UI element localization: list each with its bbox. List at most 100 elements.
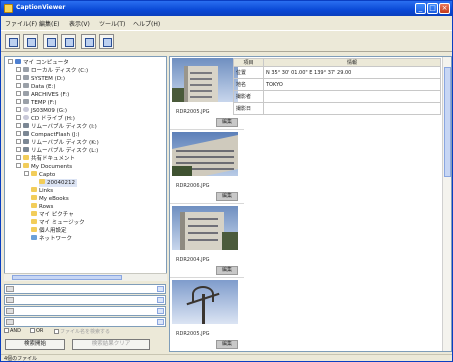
- and-radio[interactable]: AND: [4, 328, 21, 334]
- scrollbar-thumb[interactable]: [444, 67, 451, 177]
- tree-item[interactable]: マイ ピクチャ: [31, 211, 74, 219]
- photo-thumbnail[interactable]: [172, 132, 238, 176]
- chevron-down-icon[interactable]: [157, 297, 164, 303]
- properties-icon[interactable]: [23, 34, 38, 49]
- tree-horizontal-scrollbar[interactable]: [4, 273, 167, 281]
- table-row[interactable]: 撮影者: [233, 90, 441, 103]
- scrollbar-thumb[interactable]: [12, 275, 122, 280]
- tree-item[interactable]: TEMP (F:): [16, 99, 57, 107]
- status-bar: 4個のファイル: [1, 354, 452, 362]
- radio-icon: [4, 328, 9, 333]
- removable-disk-icon: [23, 147, 29, 152]
- table-row[interactable]: 位置 N 35° 30' 01.00" E 139° 37' 29.00: [233, 66, 441, 79]
- tree-item[interactable]: 個人用設定: [31, 227, 67, 235]
- photo-thumbnail[interactable]: [172, 280, 238, 324]
- tree-item[interactable]: リムーバブル ディスク (K:): [16, 139, 99, 147]
- search-button[interactable]: 検索開始: [5, 339, 65, 350]
- open-folder-icon[interactable]: [5, 34, 20, 49]
- tree-item-selected[interactable]: 20040212: [39, 179, 77, 187]
- drive-icon: [23, 67, 29, 72]
- table-row[interactable]: 撮影日: [233, 102, 441, 115]
- edit-button[interactable]: 編集: [216, 192, 238, 201]
- edit-button[interactable]: 編集: [216, 118, 238, 127]
- folder-tree[interactable]: マイ コンピュータ ローカル ディスク (C:) SYSTEM (D:) Dat…: [4, 56, 167, 281]
- collapse-icon[interactable]: [8, 59, 13, 64]
- expand-icon[interactable]: [16, 107, 21, 112]
- tree-view-icon[interactable]: [43, 34, 58, 49]
- tree-item[interactable]: ARCHIVES (F:): [16, 91, 69, 99]
- tree-item[interactable]: リムーバブル ディスク (L:): [16, 147, 98, 155]
- property-value[interactable]: [263, 90, 441, 103]
- edit-button[interactable]: 編集: [216, 266, 238, 275]
- search-combo-4[interactable]: [4, 317, 166, 327]
- tree-item[interactable]: リムーバブル ディスク (I:): [16, 123, 97, 131]
- tree-item[interactable]: 共有ドキュメント: [16, 155, 75, 163]
- chevron-down-icon[interactable]: [157, 286, 164, 292]
- expand-icon[interactable]: [16, 131, 21, 136]
- menu-view[interactable]: 表示(V): [69, 19, 90, 28]
- folder-icon: [31, 195, 37, 200]
- title-bar[interactable]: CaptionViewer _ □ ×: [1, 1, 452, 16]
- folder-icon: [23, 163, 29, 168]
- expand-icon[interactable]: [16, 115, 21, 120]
- minimize-button[interactable]: _: [415, 3, 426, 14]
- slideshow-icon[interactable]: [99, 34, 114, 49]
- column-header-item: 項目: [233, 58, 264, 67]
- tree-item[interactable]: CompactFlash (J:): [16, 131, 80, 139]
- edit-button[interactable]: 編集: [216, 340, 238, 349]
- or-radio[interactable]: OR: [30, 328, 43, 334]
- tree-item[interactable]: ローカル ディスク (C:): [16, 67, 88, 75]
- tree-item[interactable]: Capto: [24, 171, 55, 179]
- search-combo-2[interactable]: [4, 295, 166, 305]
- expand-icon[interactable]: [16, 123, 21, 128]
- menu-help[interactable]: ヘルプ(H): [133, 19, 160, 28]
- tree-item[interactable]: ネットワーク: [31, 235, 72, 243]
- tree-item[interactable]: Rows: [31, 203, 53, 211]
- tree-item[interactable]: My Documents: [16, 163, 72, 171]
- property-value[interactable]: N 35° 30' 01.00" E 139° 37' 29.00: [263, 66, 441, 79]
- photo-thumbnail[interactable]: [172, 58, 238, 102]
- collapse-icon[interactable]: [24, 171, 29, 176]
- chevron-down-icon[interactable]: [157, 319, 164, 325]
- property-value[interactable]: [263, 102, 441, 115]
- tree-item[interactable]: Data (E:): [16, 83, 56, 91]
- tree-item[interactable]: JS03M09 (G:): [16, 107, 67, 115]
- expand-icon[interactable]: [16, 155, 21, 160]
- search-combo-3[interactable]: [4, 306, 166, 316]
- search-combo-1[interactable]: [4, 284, 166, 294]
- menu-file[interactable]: ファイル(F): [5, 19, 37, 28]
- table-row[interactable]: 地名 TOKYO: [233, 78, 441, 91]
- maximize-button[interactable]: □: [427, 3, 438, 14]
- expand-icon[interactable]: [16, 139, 21, 144]
- list-view-icon[interactable]: [61, 34, 76, 49]
- expand-icon[interactable]: [16, 99, 21, 104]
- collapse-icon[interactable]: [16, 163, 21, 168]
- tree-item[interactable]: SYSTEM (D:): [16, 75, 65, 83]
- photo-thumbnail[interactable]: [172, 206, 238, 250]
- expand-icon[interactable]: [16, 67, 21, 72]
- expand-icon[interactable]: [16, 147, 21, 152]
- property-value[interactable]: TOKYO: [263, 78, 441, 91]
- expand-icon[interactable]: [16, 83, 21, 88]
- filename-search-checkbox[interactable]: ファイル名を検索する: [54, 328, 110, 335]
- menu-tools[interactable]: ツール(T): [99, 19, 125, 28]
- thumbnail-view-icon[interactable]: [81, 34, 96, 49]
- clear-results-button[interactable]: 検索結果クリア: [72, 339, 150, 350]
- menu-edit[interactable]: 編集(E): [39, 19, 59, 28]
- file-name: RDR2006.JPG: [176, 183, 210, 189]
- close-button[interactable]: ×: [439, 3, 450, 14]
- file-list-scrollbar[interactable]: [442, 57, 451, 351]
- expand-icon[interactable]: [16, 91, 21, 96]
- file-card[interactable]: RDR2005.JPG 編集: [170, 279, 244, 351]
- tree-item[interactable]: Links: [31, 187, 53, 195]
- file-card[interactable]: RDR2006.JPG 編集: [170, 131, 244, 204]
- tree-item[interactable]: My eBooks: [31, 195, 69, 203]
- field-icon: [6, 308, 14, 314]
- expand-icon[interactable]: [16, 75, 21, 80]
- tree-item[interactable]: CD ドライブ (H:): [16, 115, 75, 123]
- chevron-down-icon[interactable]: [157, 308, 164, 314]
- file-card[interactable]: RDR2004.JPG 編集: [170, 205, 244, 278]
- file-list-panel[interactable]: RDR2005.JPG 編集 項目 情報 位置 N 35° 30' 01.00"…: [169, 56, 452, 352]
- tree-item[interactable]: マイ コンピュータ: [8, 59, 69, 67]
- tree-item[interactable]: マイ ミュージック: [31, 219, 85, 227]
